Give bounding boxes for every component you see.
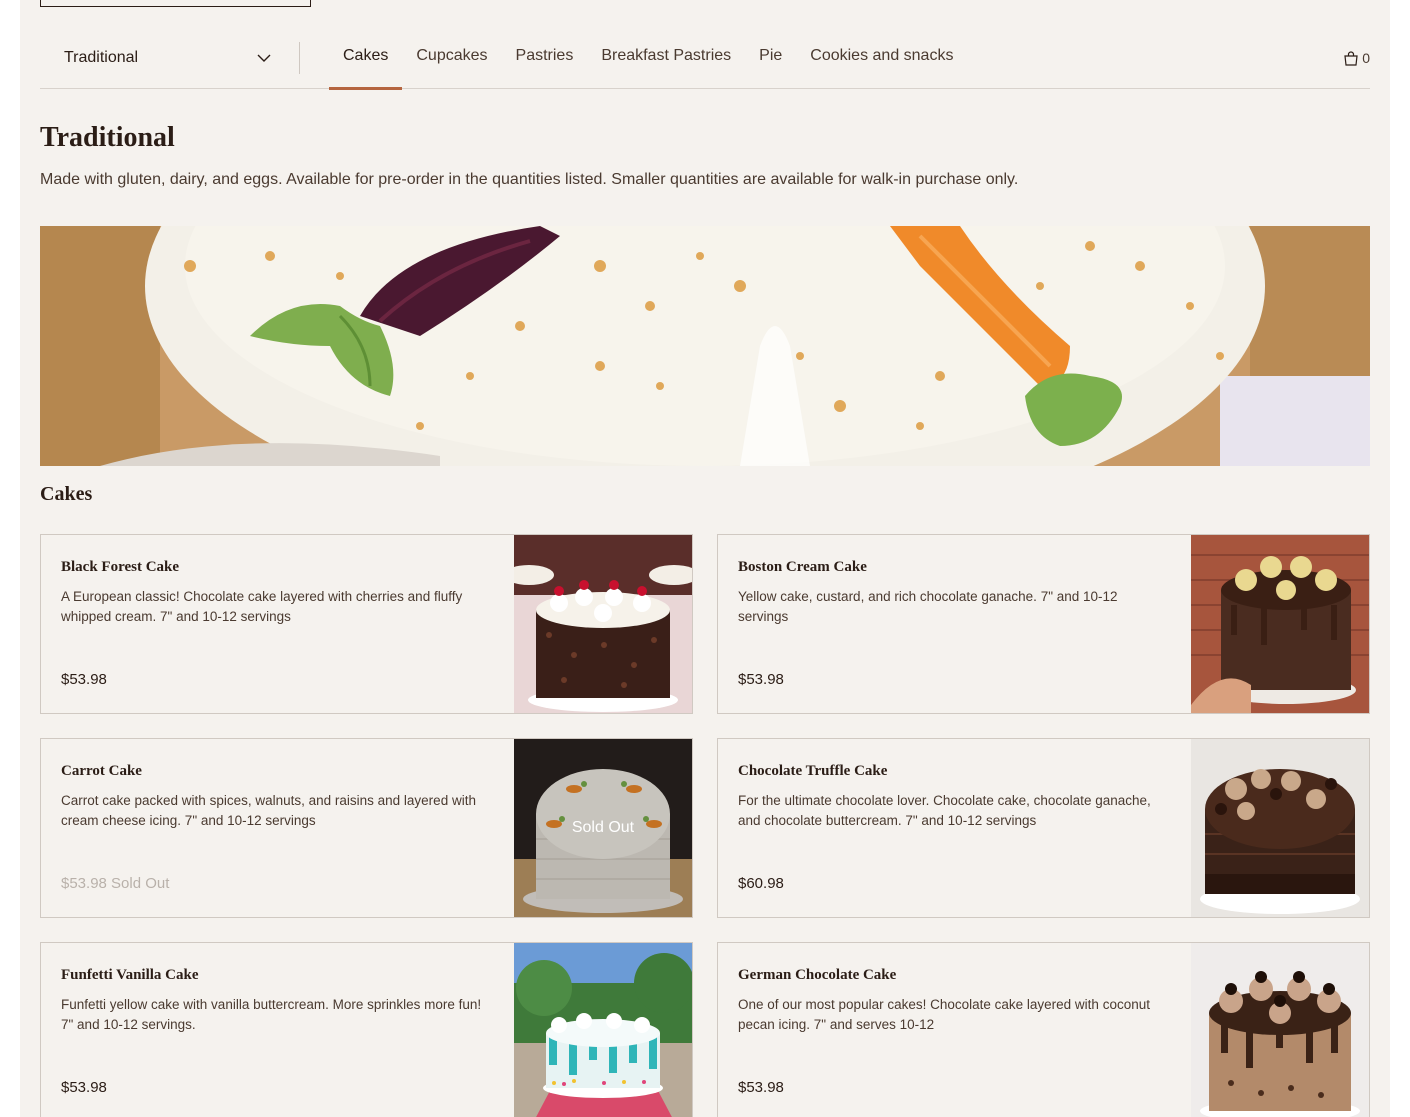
shopping-bag-icon [1344, 51, 1358, 66]
tab-breakfast-pastries[interactable]: Breakfast Pastries [587, 26, 745, 89]
tab-label: Cakes [343, 47, 389, 64]
cart-count: 0 [1362, 50, 1370, 66]
tab-label: Breakfast Pastries [601, 47, 732, 64]
tab-cupcakes[interactable]: Cupcakes [402, 26, 501, 89]
item-description: One of our most popular cakes! Chocolate… [738, 997, 1150, 1032]
item-name: Boston Cream Cake [738, 559, 867, 575]
item-image: Sold Out [514, 739, 692, 917]
item-name: German Chocolate Cake [738, 967, 897, 983]
items-grid: Black Forest Cake A European classic! Ch… [40, 534, 1370, 1117]
tab-pastries[interactable]: Pastries [502, 26, 588, 89]
hero-image-carrot-cake [40, 226, 1370, 466]
item-description: Funfetti yellow cake with vanilla butter… [61, 997, 482, 1032]
tab-pie[interactable]: Pie [745, 26, 796, 89]
section-tabs: Cakes Cupcakes Pastries Breakfast Pastri… [329, 26, 967, 90]
item-description: Yellow cake, custard, and rich chocolate… [738, 589, 1118, 624]
item-card-black-forest-cake[interactable]: Black Forest Cake A European classic! Ch… [40, 534, 693, 714]
item-description: A European classic! Chocolate cake layer… [61, 589, 463, 624]
item-name: Chocolate Truffle Cake [738, 763, 888, 779]
menu-select-dropdown[interactable]: Traditional [40, 42, 300, 74]
item-card-boston-cream-cake[interactable]: Boston Cream Cake Yellow cake, custard, … [717, 534, 1370, 714]
chevron-down-icon [257, 54, 271, 62]
sold-out-overlay: Sold Out [514, 739, 692, 917]
menu-page: Traditional Cakes Cupcakes Pastries Brea… [20, 0, 1390, 1117]
item-price: $60.98 [738, 875, 784, 892]
section-description: Made with gluten, dairy, and eggs. Avail… [40, 171, 1019, 188]
cart-button[interactable]: 0 [1343, 48, 1370, 68]
menu-select-label: Traditional [64, 49, 139, 66]
item-price: $53.98 Sold Out [61, 875, 170, 892]
section-title: Traditional [40, 122, 175, 153]
tab-cakes[interactable]: Cakes [329, 26, 403, 90]
item-image [1191, 535, 1369, 713]
tab-label: Cupcakes [416, 47, 488, 64]
item-description: For the ultimate chocolate lover. Chocol… [738, 793, 1151, 828]
item-card-funfetti-vanilla-cake[interactable]: Funfetti Vanilla Cake Funfetti yellow ca… [40, 942, 693, 1117]
tab-cookies-and-snacks[interactable]: Cookies and snacks [796, 26, 967, 89]
item-price: $53.98 [738, 1079, 784, 1096]
item-price: $53.98 [61, 671, 107, 688]
item-description: Carrot cake packed with spices, walnuts,… [61, 793, 476, 828]
tab-label: Pie [759, 47, 783, 64]
item-card-german-chocolate-cake[interactable]: German Chocolate Cake One of our most po… [717, 942, 1370, 1117]
item-name: Black Forest Cake [61, 559, 180, 575]
item-image [514, 943, 692, 1117]
item-price: $53.98 [738, 671, 784, 688]
item-card-carrot-cake[interactable]: Carrot Cake Carrot cake packed with spic… [40, 738, 693, 918]
tab-label: Pastries [515, 47, 574, 64]
item-name: Carrot Cake [61, 763, 142, 779]
item-name: Funfetti Vanilla Cake [61, 967, 199, 983]
item-image [1191, 739, 1369, 917]
group-title-cakes: Cakes [40, 483, 93, 505]
menu-navigation: Traditional Cakes Cupcakes Pastries Brea… [40, 26, 1370, 90]
item-price: $53.98 [61, 1079, 107, 1096]
item-card-chocolate-truffle-cake[interactable]: Chocolate Truffle Cake For the ultimate … [717, 738, 1370, 918]
item-image [1191, 943, 1369, 1117]
tab-label: Cookies and snacks [810, 47, 954, 64]
item-image [514, 535, 692, 713]
header-edge [40, 0, 311, 7]
